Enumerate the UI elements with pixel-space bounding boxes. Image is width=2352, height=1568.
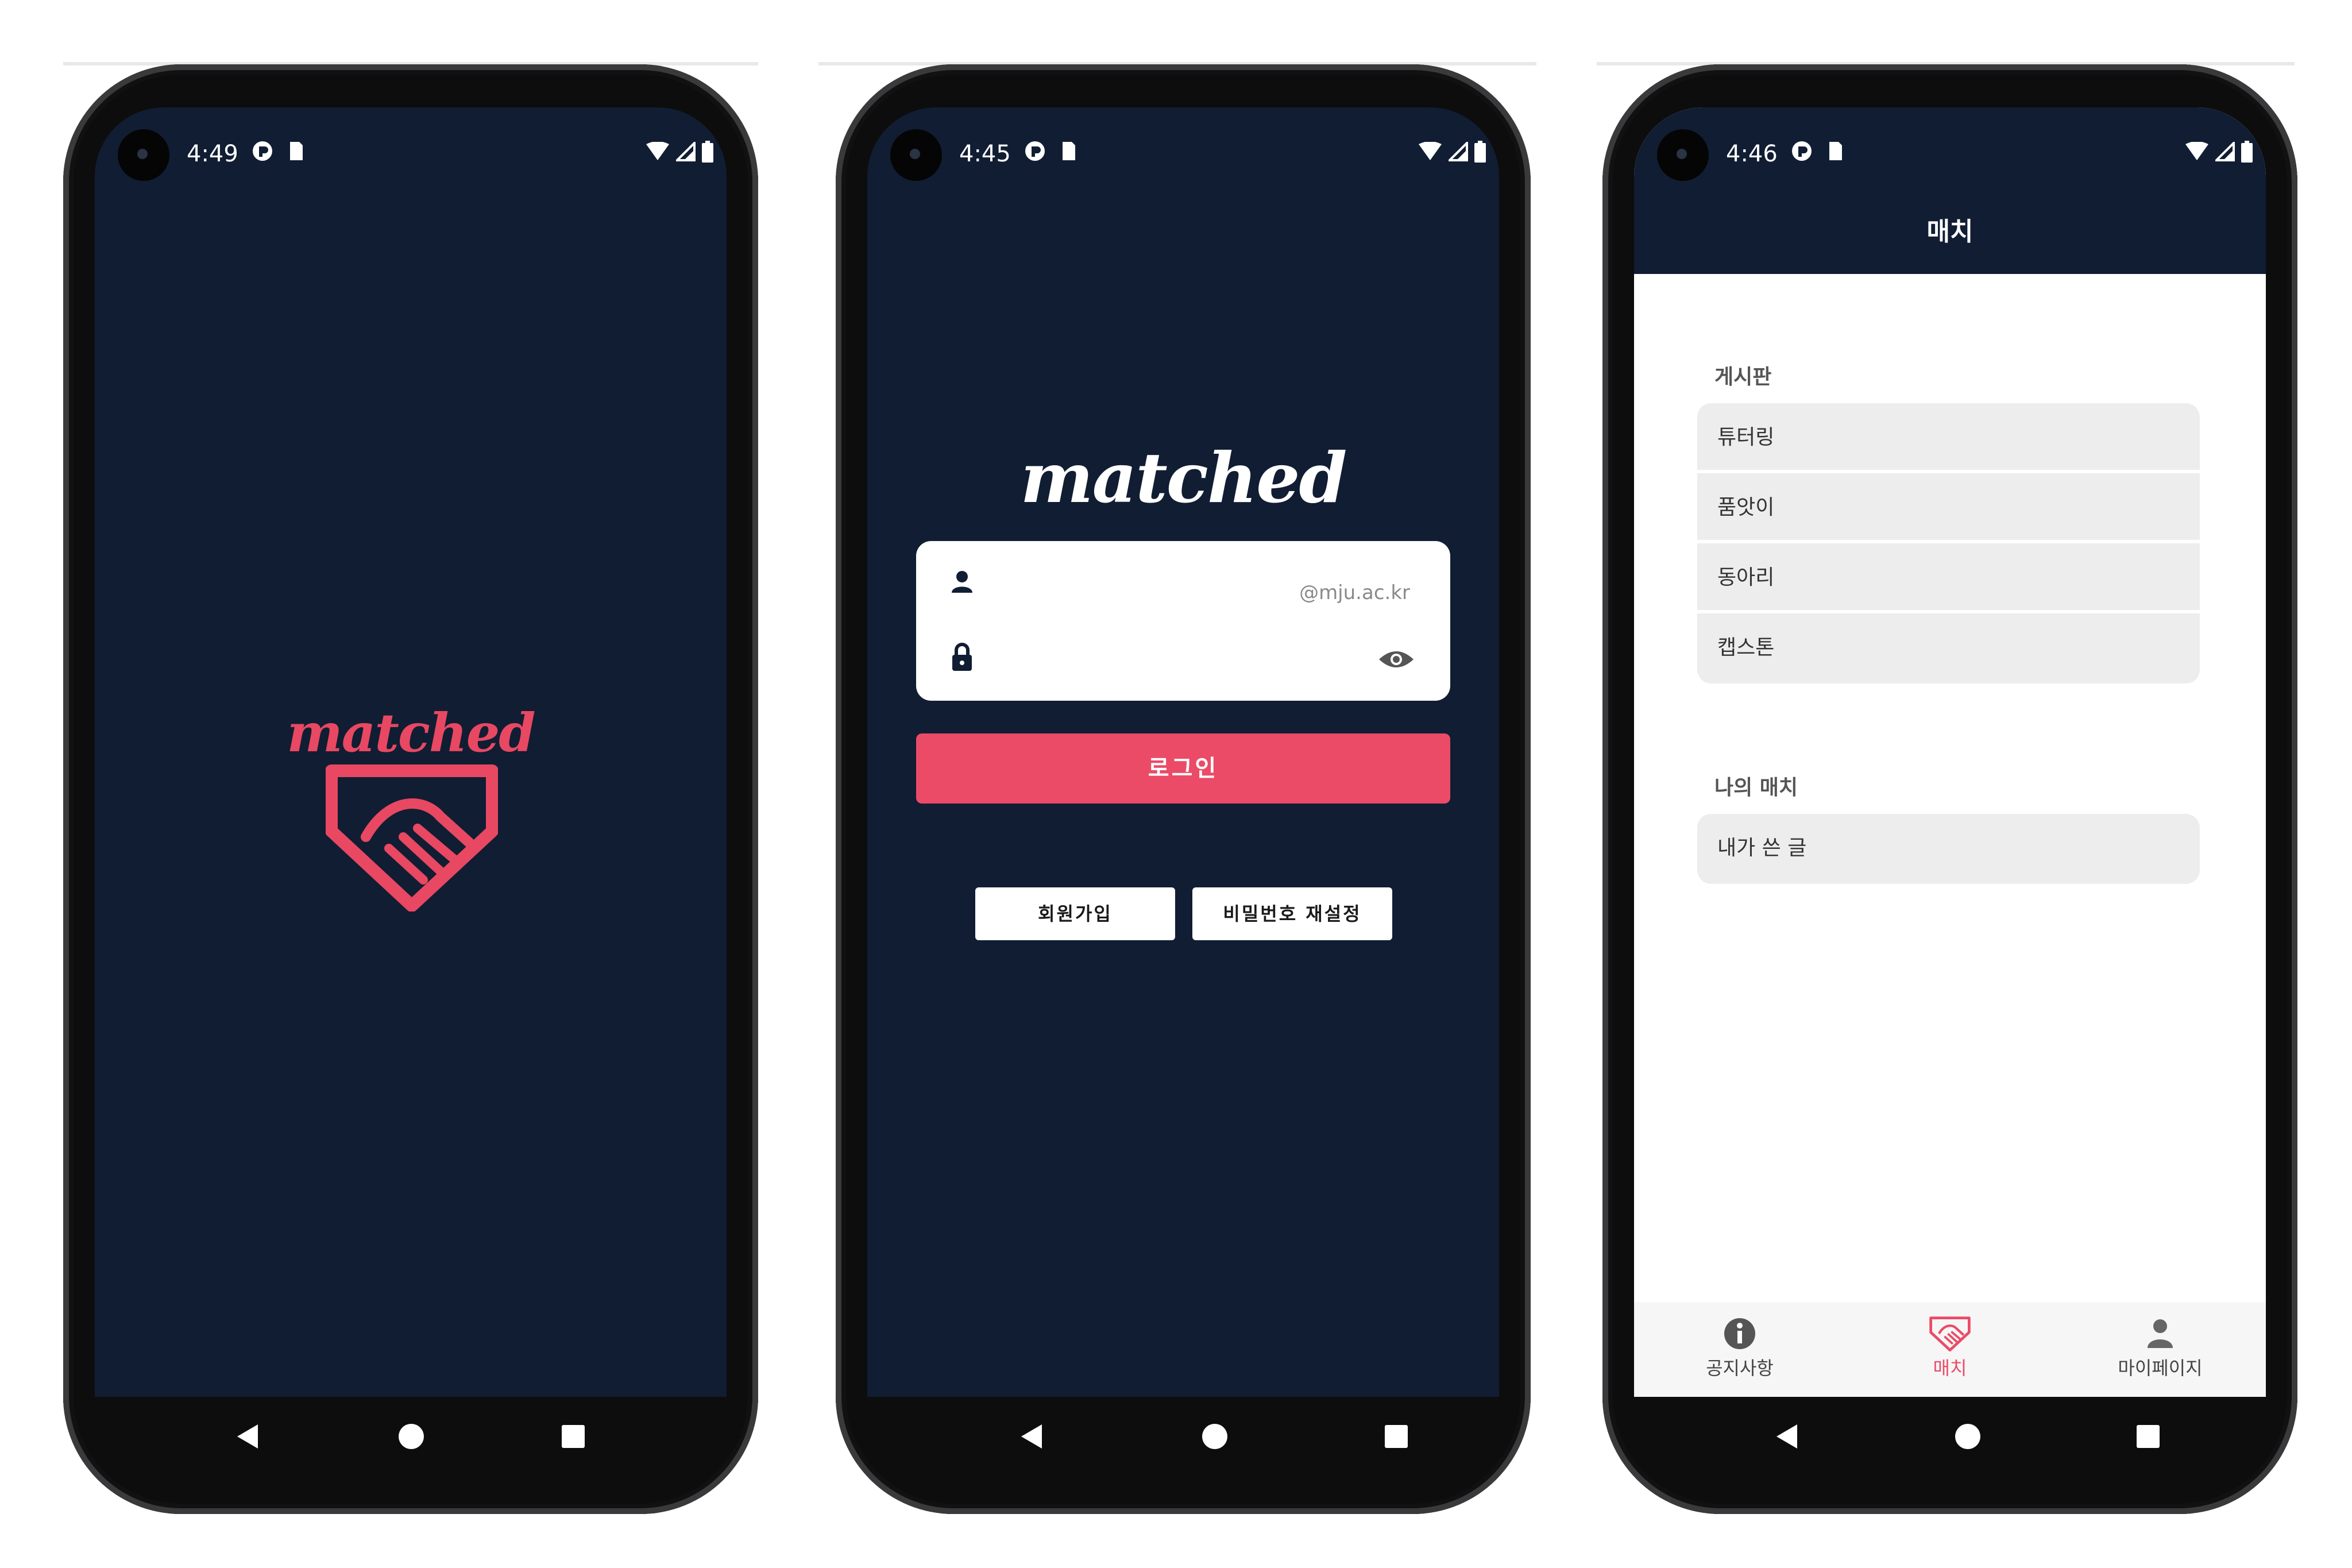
phone-login: 4:45 matched @mju.ac.kr 로그인 회원가입 비밀번호 재설… bbox=[836, 64, 1531, 1514]
recents-icon[interactable] bbox=[559, 1422, 588, 1451]
signal-icon bbox=[1449, 142, 1468, 161]
handshake-icon bbox=[1929, 1316, 1971, 1351]
battery-icon bbox=[1474, 141, 1486, 163]
bottom-tab-bar: 공지사항 매치 마이페이지 bbox=[1634, 1302, 2266, 1397]
info-icon bbox=[1724, 1318, 1755, 1349]
android-nav-bar bbox=[95, 1397, 727, 1489]
camera-cutout bbox=[118, 129, 169, 181]
page-title: 매치 bbox=[1926, 217, 1973, 246]
back-icon[interactable] bbox=[1773, 1422, 1802, 1451]
login-button[interactable]: 로그인 bbox=[916, 733, 1450, 804]
app-logo-text: matched bbox=[287, 702, 535, 764]
battery-icon bbox=[702, 141, 713, 163]
splash-screen: 4:49 matched bbox=[95, 107, 727, 1397]
app-logo-text: matched bbox=[1020, 438, 1347, 519]
home-icon[interactable] bbox=[397, 1422, 426, 1451]
eye-icon[interactable] bbox=[1378, 648, 1415, 671]
sync-icon bbox=[1792, 141, 1812, 161]
board-item-capstone[interactable]: 캡스톤 bbox=[1697, 613, 2200, 683]
home-icon[interactable] bbox=[1953, 1422, 1982, 1451]
wifi-icon bbox=[1419, 142, 1442, 160]
match-screen: 4:46 매치 게시판 튜터링 품앗이 동아리 캡스톤 나의 매치 내가 쓴 글… bbox=[1634, 107, 2266, 1397]
sd-card-icon bbox=[290, 142, 303, 160]
email-field[interactable]: @mju.ac.kr bbox=[916, 553, 1450, 621]
sd-card-icon bbox=[1063, 142, 1075, 160]
tab-match[interactable]: 매치 bbox=[1875, 1314, 2025, 1380]
back-icon[interactable] bbox=[234, 1422, 262, 1451]
android-nav-bar bbox=[867, 1397, 1499, 1489]
battery-icon bbox=[2241, 141, 2253, 163]
match-content: 게시판 튜터링 품앗이 동아리 캡스톤 나의 매치 내가 쓴 글 bbox=[1634, 274, 2266, 1302]
status-bar: 4:46 bbox=[1634, 107, 2266, 181]
tab-notice-label: 공지사항 bbox=[1706, 1357, 1774, 1379]
sd-card-icon bbox=[1829, 142, 1842, 160]
sync-icon bbox=[1025, 141, 1045, 161]
person-icon bbox=[2148, 1319, 2173, 1348]
board-section-title: 게시판 bbox=[1714, 365, 1772, 389]
reset-password-button[interactable]: 비밀번호 재설정 bbox=[1192, 887, 1392, 940]
my-match-list: 내가 쓴 글 bbox=[1697, 814, 2200, 884]
status-bar: 4:45 bbox=[867, 107, 1499, 181]
email-domain-hint: @mju.ac.kr bbox=[1299, 581, 1410, 604]
camera-cutout bbox=[1657, 129, 1709, 181]
lock-icon bbox=[952, 643, 972, 671]
credentials-card: @mju.ac.kr bbox=[916, 541, 1450, 701]
back-icon[interactable] bbox=[1018, 1422, 1046, 1451]
signal-icon bbox=[2215, 142, 2235, 161]
wifi-icon bbox=[2185, 142, 2208, 160]
board-item-club[interactable]: 동아리 bbox=[1697, 543, 2200, 613]
board-list: 튜터링 품앗이 동아리 캡스톤 bbox=[1697, 403, 2200, 683]
board-item-pumasi[interactable]: 품앗이 bbox=[1697, 473, 2200, 543]
camera-cutout bbox=[890, 129, 942, 181]
signal-icon bbox=[676, 142, 696, 161]
signup-button[interactable]: 회원가입 bbox=[975, 887, 1175, 940]
handshake-logo-icon bbox=[326, 764, 498, 912]
my-posts-item[interactable]: 내가 쓴 글 bbox=[1697, 814, 2200, 884]
status-time: 4:49 bbox=[187, 141, 238, 167]
status-time: 4:45 bbox=[959, 141, 1011, 167]
password-field[interactable] bbox=[916, 627, 1450, 696]
tab-mypage-label: 마이페이지 bbox=[2118, 1357, 2203, 1379]
status-bar: 4:49 bbox=[95, 107, 727, 181]
wifi-icon bbox=[646, 142, 669, 160]
board-item-tutoring[interactable]: 튜터링 bbox=[1697, 403, 2200, 473]
sync-icon bbox=[253, 141, 272, 161]
status-time: 4:46 bbox=[1726, 141, 1778, 167]
tab-notice[interactable]: 공지사항 bbox=[1665, 1314, 1814, 1380]
recents-icon[interactable] bbox=[1382, 1422, 1411, 1451]
android-nav-bar bbox=[1634, 1397, 2266, 1489]
phone-splash: 4:49 matched bbox=[63, 64, 758, 1514]
home-icon[interactable] bbox=[1200, 1422, 1229, 1451]
app-header: 4:46 매치 bbox=[1634, 107, 2266, 274]
recents-icon[interactable] bbox=[2134, 1422, 2162, 1451]
tab-match-label: 매치 bbox=[1933, 1357, 1967, 1379]
user-icon bbox=[952, 571, 972, 593]
my-match-section-title: 나의 매치 bbox=[1714, 776, 1798, 800]
phone-match: 4:46 매치 게시판 튜터링 품앗이 동아리 캡스톤 나의 매치 내가 쓴 글… bbox=[1602, 64, 2297, 1514]
login-screen: 4:45 matched @mju.ac.kr 로그인 회원가입 비밀번호 재설… bbox=[867, 107, 1499, 1397]
tab-mypage[interactable]: 마이페이지 bbox=[2085, 1314, 2235, 1380]
